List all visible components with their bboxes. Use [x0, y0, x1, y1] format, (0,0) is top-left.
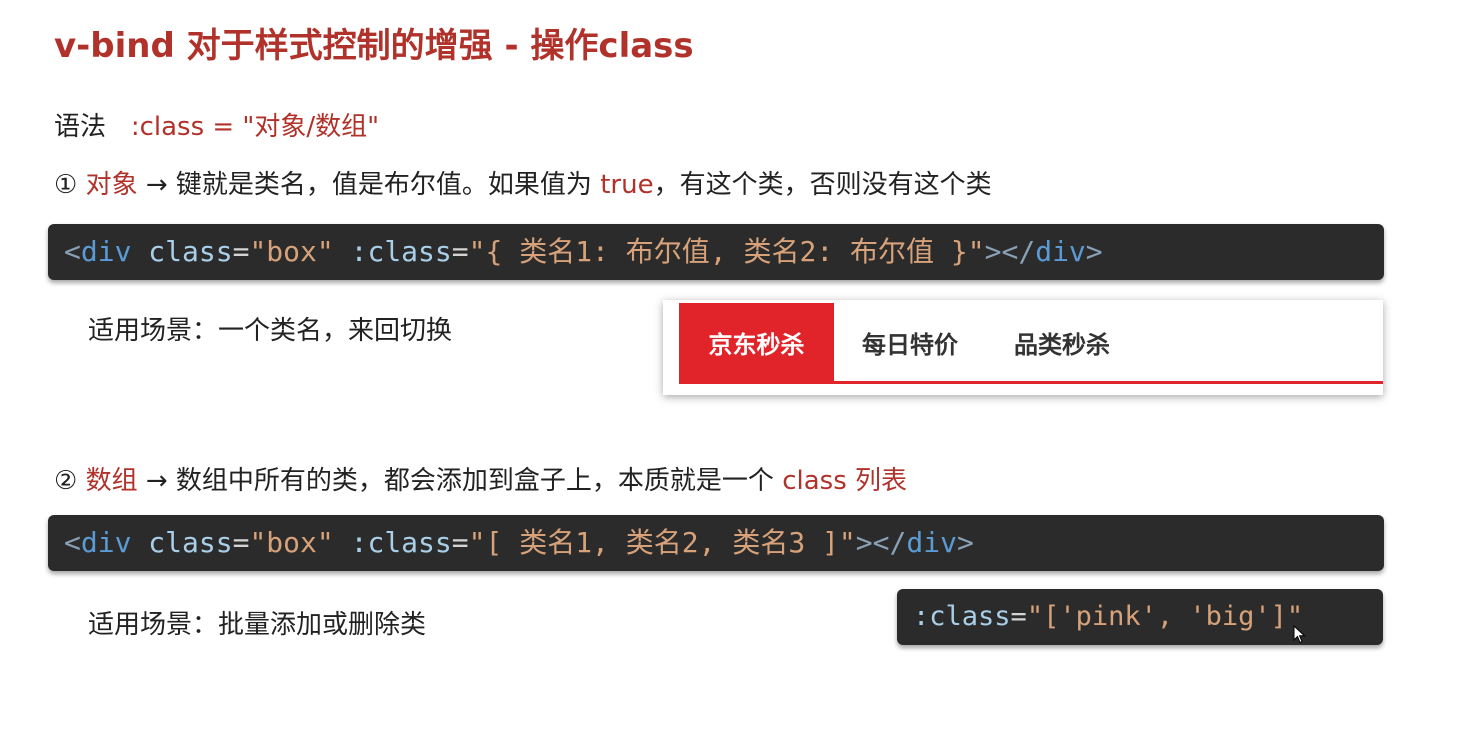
code-close-bracket: > [956, 526, 974, 559]
example-value: "['pink', 'big']" [1026, 601, 1304, 632]
code-equals: = [232, 526, 250, 559]
code-open-bracket: < [64, 526, 81, 559]
array-example-code: :class="['pink', 'big']" [897, 589, 1383, 645]
array-text-before: 数组中所有的类，都会添加到盒子上，本质就是一个 [175, 466, 774, 496]
code-equals: = [451, 526, 469, 559]
object-text-after: ，有这个类，否则没有这个类 [653, 170, 992, 200]
array-description: ② 数组 → 数组中所有的类，都会添加到盒子上，本质就是一个 class 列表 [54, 460, 907, 497]
syntax-label: 语法 [54, 112, 107, 142]
object-keyword: 对象 [85, 170, 138, 200]
code-close-open: ></ [855, 526, 907, 559]
arrow-icon: → [145, 466, 168, 496]
slide-title: v-bind 对于样式控制的增强 - 操作class [54, 26, 694, 66]
object-code-block: <div class="box" :class="{ 类名1: 布尔值, 类名2… [48, 224, 1384, 280]
tab-daily-deals[interactable]: 每日特价 [834, 303, 986, 381]
true-keyword: true [600, 170, 654, 200]
code-bind-value: "{ 类名1: 布尔值, 类名2: 布尔值 }" [468, 235, 985, 268]
code-class-value: "box" [249, 526, 334, 559]
code-equals: = [451, 235, 469, 268]
code-close-tag-name: div [1035, 235, 1086, 268]
tab-category-seckill[interactable]: 品类秒杀 [986, 303, 1138, 381]
syntax-line: 语法 :class = "对象/数组" [54, 106, 379, 143]
code-close-bracket: > [1085, 235, 1103, 268]
object-description: ① 对象 → 键就是类名，值是布尔值。如果值为 true，有这个类，否则没有这个… [54, 164, 992, 201]
array-number: ② [54, 466, 78, 496]
code-close-open: ></ [984, 235, 1036, 268]
code-class-value: "box" [249, 235, 334, 268]
object-text-before: 键就是类名，值是布尔值。如果值为 [175, 170, 592, 200]
array-code-block: <div class="box" :class="[ 类名1, 类名2, 类名3… [48, 515, 1384, 571]
code-bind-value: "[ 类名1, 类名2, 类名3 ]" [468, 526, 856, 559]
example-attr: :class [913, 601, 1011, 632]
array-scene: 适用场景：批量添加或删除类 [88, 610, 427, 640]
code-attr-class: class [148, 526, 233, 559]
code-attr-bind-class: :class [350, 235, 452, 268]
cursor-arrow-icon [1293, 624, 1306, 644]
code-attr-bind-class: :class [350, 526, 452, 559]
code-tag-name: div [80, 526, 132, 559]
example-equals: = [1010, 601, 1027, 632]
object-number: ① [54, 170, 78, 200]
array-keyword: 数组 [85, 466, 138, 496]
tabs-demo-card: 京东秒杀 每日特价 品类秒杀 [663, 300, 1383, 395]
code-equals: = [232, 235, 250, 268]
tab-bar: 京东秒杀 每日特价 品类秒杀 [679, 303, 1383, 384]
arrow-icon: → [145, 170, 168, 200]
object-scene: 适用场景：一个类名，来回切换 [88, 316, 453, 346]
code-open-bracket: < [64, 235, 81, 268]
code-attr-class: class [148, 235, 233, 268]
code-close-tag-name: div [906, 526, 957, 559]
class-list-keyword: class 列表 [782, 466, 908, 496]
code-tag-name: div [80, 235, 132, 268]
tab-jd-seckill[interactable]: 京东秒杀 [679, 303, 834, 381]
syntax-value: :class = "对象/数组" [130, 112, 380, 142]
